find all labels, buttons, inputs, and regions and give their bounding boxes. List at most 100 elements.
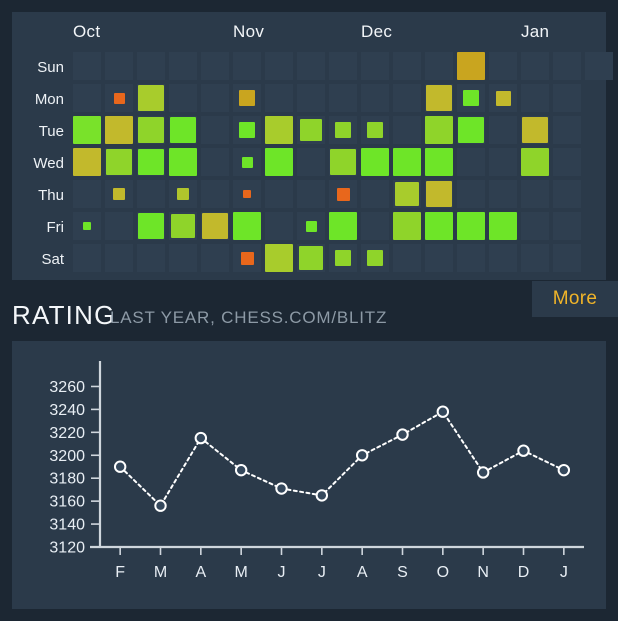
heatmap-cell[interactable] <box>521 52 549 80</box>
heatmap-cell[interactable] <box>329 84 357 112</box>
heatmap-cell-value[interactable] <box>521 148 549 176</box>
heatmap-cell-value[interactable] <box>457 52 485 80</box>
heatmap-cell-value[interactable] <box>243 190 251 198</box>
heatmap-cell[interactable] <box>169 52 197 80</box>
heatmap-cell[interactable] <box>393 84 421 112</box>
more-button[interactable]: More <box>532 281 618 317</box>
heatmap-cell[interactable] <box>201 84 229 112</box>
heatmap-cell-value[interactable] <box>138 149 164 175</box>
heatmap-cell-value[interactable] <box>177 188 189 200</box>
heatmap-cell-value[interactable] <box>138 117 164 143</box>
heatmap-cell[interactable] <box>553 84 581 112</box>
heatmap-cell[interactable] <box>73 180 101 208</box>
heatmap-cell[interactable] <box>169 244 197 272</box>
heatmap-cell[interactable] <box>361 84 389 112</box>
heatmap-cell-value[interactable] <box>83 222 91 230</box>
heatmap-cell[interactable] <box>201 148 229 176</box>
heatmap-cell[interactable] <box>521 180 549 208</box>
heatmap-cell-value[interactable] <box>305 220 317 232</box>
heatmap-cell-value[interactable] <box>73 148 101 176</box>
heatmap-cell[interactable] <box>393 244 421 272</box>
heatmap-cell-value[interactable] <box>495 90 511 106</box>
heatmap-cell[interactable] <box>297 180 325 208</box>
heatmap-cell[interactable] <box>521 244 549 272</box>
heatmap-cell-value[interactable] <box>73 116 101 144</box>
heatmap-cell-value[interactable] <box>458 117 484 143</box>
heatmap-cell-value[interactable] <box>361 148 389 176</box>
heatmap-cell[interactable] <box>297 148 325 176</box>
heatmap-cell-value[interactable] <box>335 250 351 266</box>
heatmap-cell-value[interactable] <box>393 148 421 176</box>
heatmap-cell[interactable] <box>553 180 581 208</box>
heatmap-cell[interactable] <box>521 212 549 240</box>
heatmap-cell[interactable] <box>553 212 581 240</box>
heatmap-cell[interactable] <box>489 244 517 272</box>
heatmap-cell[interactable] <box>73 52 101 80</box>
heatmap-cell-value[interactable] <box>336 187 350 201</box>
heatmap-cell[interactable] <box>361 52 389 80</box>
heatmap-cell-value[interactable] <box>105 116 133 144</box>
heatmap-cell[interactable] <box>457 244 485 272</box>
heatmap-cell[interactable] <box>553 244 581 272</box>
heatmap-cell-value[interactable] <box>169 148 197 176</box>
heatmap-cell-value[interactable] <box>300 119 322 141</box>
rating-data-point[interactable] <box>557 463 571 477</box>
heatmap-cell-value[interactable] <box>425 212 453 240</box>
heatmap-cell-value[interactable] <box>522 117 548 143</box>
heatmap-cell-value[interactable] <box>106 149 132 175</box>
heatmap-cell-value[interactable] <box>138 85 164 111</box>
heatmap-cell-value[interactable] <box>457 212 485 240</box>
heatmap-cell[interactable] <box>489 52 517 80</box>
heatmap-cell[interactable] <box>265 180 293 208</box>
heatmap-cell[interactable] <box>265 212 293 240</box>
heatmap-cell[interactable] <box>489 180 517 208</box>
heatmap-cell[interactable] <box>201 244 229 272</box>
heatmap-cell[interactable] <box>521 84 549 112</box>
heatmap-cell-value[interactable] <box>113 92 125 104</box>
heatmap-cell[interactable] <box>361 180 389 208</box>
heatmap-cell-value[interactable] <box>170 117 196 143</box>
rating-data-point[interactable] <box>396 428 409 441</box>
heatmap-cell[interactable] <box>201 180 229 208</box>
heatmap-cell[interactable] <box>425 52 453 80</box>
heatmap-cell-value[interactable] <box>367 122 383 138</box>
heatmap-cell[interactable] <box>553 116 581 144</box>
heatmap-cell-value[interactable] <box>265 244 293 272</box>
heatmap-cell-value[interactable] <box>335 122 351 138</box>
heatmap-cell-value[interactable] <box>489 212 517 240</box>
heatmap-cell-value[interactable] <box>330 149 356 175</box>
heatmap-cell[interactable] <box>297 84 325 112</box>
rating-data-point[interactable] <box>194 431 208 445</box>
heatmap-cell-value[interactable] <box>426 181 452 207</box>
heatmap-cell[interactable] <box>457 148 485 176</box>
heatmap-cell[interactable] <box>329 52 357 80</box>
heatmap-cell-value[interactable] <box>393 212 421 240</box>
heatmap-cell[interactable] <box>201 52 229 80</box>
rating-data-point[interactable] <box>476 466 490 479</box>
heatmap-cell[interactable] <box>553 52 581 80</box>
heatmap-cell-value[interactable] <box>113 188 125 200</box>
heatmap-cell-value[interactable] <box>463 90 479 106</box>
rating-data-point[interactable] <box>517 444 530 457</box>
heatmap-cell-value[interactable] <box>265 148 293 176</box>
heatmap-cell[interactable] <box>105 212 133 240</box>
heatmap-cell[interactable] <box>393 52 421 80</box>
heatmap-cell[interactable] <box>489 148 517 176</box>
rating-data-point[interactable] <box>234 463 248 477</box>
heatmap-cell-value[interactable] <box>395 182 419 206</box>
heatmap-cell-value[interactable] <box>171 214 195 238</box>
heatmap-cell[interactable] <box>265 52 293 80</box>
heatmap-cell-value[interactable] <box>233 212 261 240</box>
heatmap-cell[interactable] <box>297 52 325 80</box>
heatmap-cell-value[interactable] <box>426 85 452 111</box>
heatmap-cell[interactable] <box>233 52 261 80</box>
heatmap-cell-value[interactable] <box>367 250 383 266</box>
heatmap-cell-value[interactable] <box>240 251 254 265</box>
rating-data-point[interactable] <box>275 482 288 495</box>
heatmap-cell-value[interactable] <box>425 116 453 144</box>
heatmap-cell[interactable] <box>265 84 293 112</box>
heatmap-cell[interactable] <box>105 244 133 272</box>
heatmap-cell[interactable] <box>425 244 453 272</box>
heatmap-cell[interactable] <box>457 180 485 208</box>
heatmap-cell-value[interactable] <box>239 90 255 106</box>
